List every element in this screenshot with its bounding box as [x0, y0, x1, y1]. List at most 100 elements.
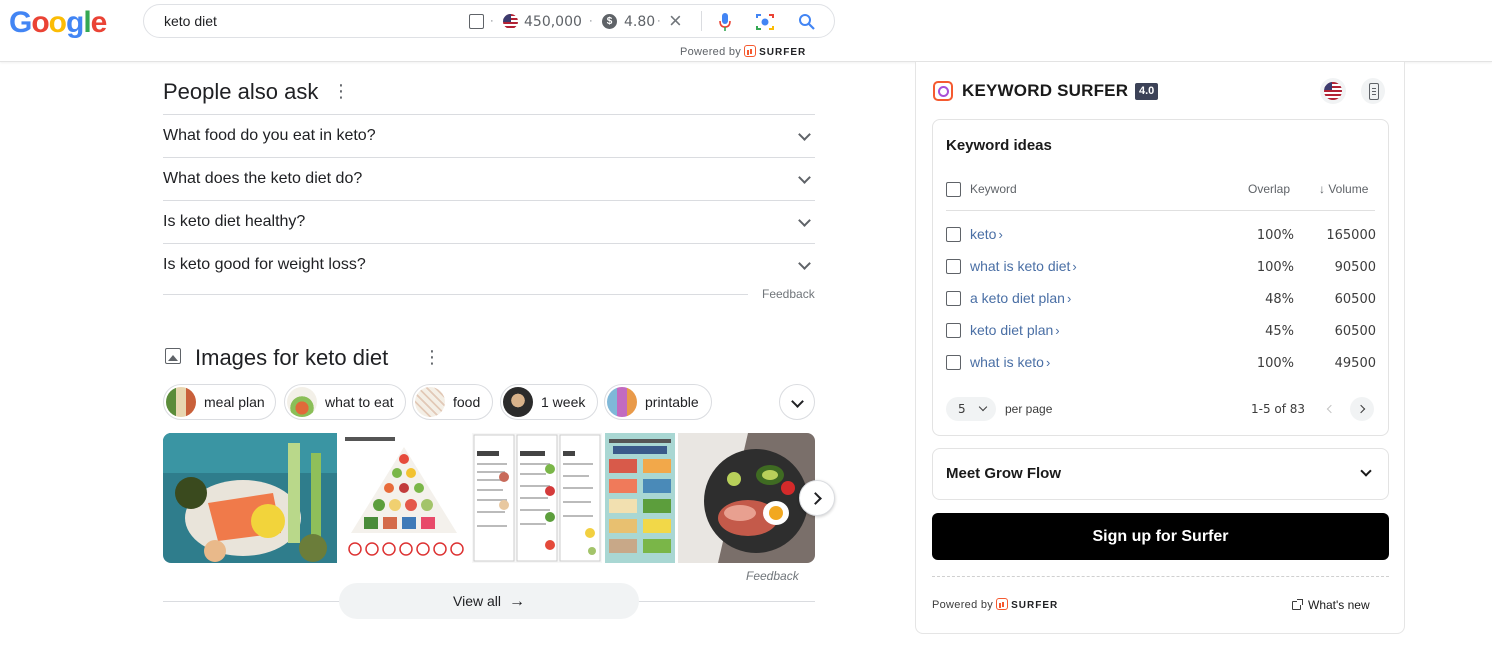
google-logo[interactable]: Google [9, 6, 107, 40]
volume-value: 60500 [1334, 324, 1376, 339]
chip-label: food [453, 394, 481, 410]
per-page-value: 5 [958, 402, 966, 416]
more-options-icon[interactable] [332, 81, 336, 102]
chip-thumbnail [415, 387, 445, 417]
chevron-right-icon: › [1055, 323, 1060, 338]
chevron-down-icon [978, 402, 988, 412]
chip-what-to-eat[interactable]: what to eat [284, 384, 406, 420]
chevron-down-icon [1360, 465, 1372, 477]
chip-thumbnail [503, 387, 533, 417]
image-result[interactable] [339, 433, 469, 563]
chip-thumbnail [287, 387, 317, 417]
chip-meal-plan[interactable]: meal plan [163, 384, 276, 420]
us-flag-icon [1324, 82, 1342, 100]
powered-by-surfer[interactable]: Powered by SURFER [680, 45, 806, 58]
clear-icon[interactable]: × [669, 9, 682, 33]
select-checkbox[interactable] [469, 14, 484, 29]
chevron-down-icon [798, 128, 811, 141]
divider [701, 11, 702, 31]
chips-expand-chevron-icon[interactable] [779, 384, 815, 420]
us-flag-icon [503, 14, 518, 29]
col-volume-label: Volume [1328, 182, 1369, 196]
keyword-link[interactable]: keto › [970, 226, 1003, 242]
more-options-icon[interactable] [423, 347, 427, 368]
chip-label: 1 week [541, 394, 586, 410]
view-all-button[interactable]: View all → [339, 583, 639, 619]
paa-question[interactable]: Is keto diet healthy? [163, 200, 815, 243]
keyword-text: what is keto [970, 354, 1044, 370]
chip-thumbnail [607, 387, 637, 417]
paa-question-text: What food do you eat in keto? [163, 127, 376, 144]
overlap-value: 48% [1265, 292, 1294, 307]
images-next-chevron-icon[interactable] [799, 480, 835, 516]
col-volume[interactable]: ↓ Volume [1319, 182, 1368, 196]
chip-food[interactable]: food [412, 384, 493, 420]
row-checkbox[interactable] [946, 355, 961, 370]
image-result[interactable] [678, 433, 815, 563]
keyword-link[interactable]: what is keto diet › [970, 258, 1077, 274]
keyword-link[interactable]: keto diet plan › [970, 322, 1060, 338]
keyword-link[interactable]: what is keto › [970, 354, 1050, 370]
cpc-value: 4.80 [624, 14, 656, 30]
overlap-value: 100% [1256, 228, 1294, 243]
search-header: Google · 450,000 · $ 4.80 · × Powered b [0, 0, 1492, 62]
signup-button[interactable]: Sign up for Surfer [932, 513, 1389, 560]
keyword-surfer-title: KEYWORD SURFER [962, 81, 1129, 100]
volume-value: 49500 [1334, 356, 1376, 371]
powered-by-surfer[interactable]: Powered by SURFER [932, 598, 1058, 611]
col-keyword[interactable]: Keyword [970, 182, 1017, 196]
surfer-wordmark: SURFER [1011, 600, 1059, 611]
image-result[interactable] [472, 433, 602, 563]
settings-menu-icon[interactable] [1361, 78, 1385, 104]
microphone-icon[interactable] [718, 12, 732, 32]
separator-dot: · [490, 15, 494, 27]
per-page-select[interactable]: 5 [946, 397, 996, 421]
volume-value: 90500 [1334, 260, 1376, 275]
divider [932, 576, 1389, 577]
keto-food-pyramid-image [339, 433, 469, 563]
prev-page-chevron-icon[interactable] [1318, 397, 1342, 421]
row-checkbox[interactable] [946, 291, 961, 306]
dollar-icon: $ [602, 14, 617, 29]
overlap-value: 100% [1256, 356, 1294, 371]
row-checkbox[interactable] [946, 227, 961, 242]
chip-label: meal plan [204, 394, 265, 410]
camera-lens-icon[interactable] [755, 12, 775, 32]
meet-grow-flow-accordion[interactable]: Meet Grow Flow [932, 448, 1389, 500]
search-icon[interactable] [798, 13, 816, 31]
image-icon [165, 348, 181, 364]
sort-down-icon: ↓ [1319, 182, 1329, 196]
keyword-text: a keto diet plan [970, 290, 1065, 306]
chip-1-week[interactable]: 1 week [500, 384, 598, 420]
col-overlap[interactable]: Overlap [1248, 182, 1290, 196]
paa-feedback-link[interactable]: Feedback [762, 287, 815, 301]
paa-question-text: What does the keto diet do? [163, 170, 363, 187]
paa-heading: People also ask [163, 79, 319, 104]
select-all-checkbox[interactable] [946, 182, 961, 197]
chevron-right-icon: › [1072, 259, 1077, 274]
paa-question[interactable]: What does the keto diet do? [163, 157, 815, 200]
next-page-chevron-icon[interactable] [1350, 397, 1374, 421]
keyword-surfer-panel: KEYWORD SURFER 4.0 Keyword ideas Keyword… [915, 62, 1405, 634]
row-checkbox[interactable] [946, 323, 961, 338]
keto-diet-infographic-image [605, 433, 675, 563]
image-result[interactable] [163, 433, 337, 563]
whats-new-link[interactable]: What's new [1292, 598, 1370, 612]
search-box[interactable]: · 450,000 · $ 4.80 · × [143, 4, 835, 38]
surfer-logo-icon [744, 45, 757, 57]
chip-thumbnail [166, 387, 196, 417]
surfer-wordmark: SURFER [759, 47, 807, 58]
country-select-button[interactable] [1320, 78, 1346, 104]
chevron-down-icon [798, 257, 811, 270]
divider [163, 294, 748, 295]
row-checkbox[interactable] [946, 259, 961, 274]
images-feedback-link[interactable]: Feedback [746, 569, 799, 583]
image-result[interactable] [605, 433, 675, 563]
keyword-link[interactable]: a keto diet plan › [970, 290, 1071, 306]
chip-printable[interactable]: printable [604, 384, 712, 420]
paa-question[interactable]: Is keto good for weight loss? [163, 243, 815, 286]
keyword-surfer-logo-icon [933, 81, 953, 101]
search-input[interactable] [164, 13, 454, 29]
chevron-right-icon: › [1066, 291, 1072, 306]
paa-question[interactable]: What food do you eat in keto? [163, 114, 815, 157]
